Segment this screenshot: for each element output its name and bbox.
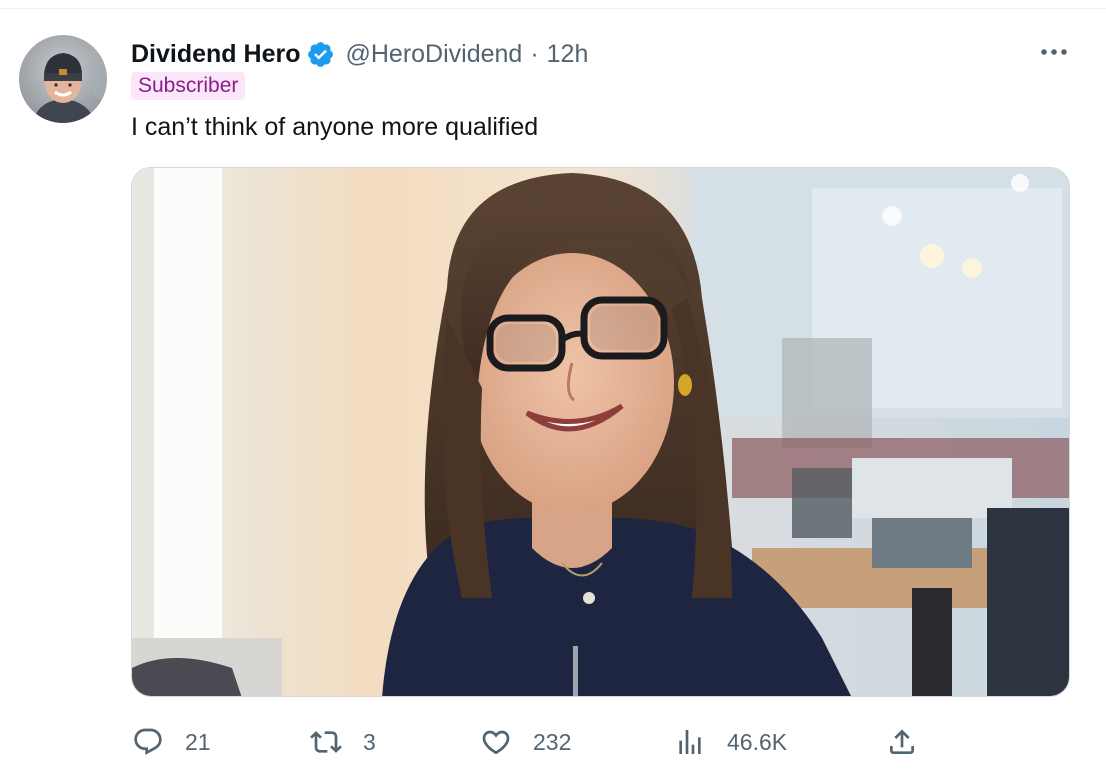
reply-icon: [131, 725, 165, 759]
tweet-actions: 21 3 232 46.6K: [131, 720, 931, 764]
reply-button[interactable]: 21: [131, 720, 211, 764]
handle[interactable]: @HeroDividend: [345, 40, 522, 69]
share-button[interactable]: [885, 720, 919, 764]
verified-badge-icon[interactable]: [306, 40, 335, 69]
like-button[interactable]: 232: [479, 720, 571, 764]
tweet-text: I can’t think of anyone more qualified: [131, 113, 539, 141]
like-icon: [479, 725, 513, 759]
like-count: 232: [533, 728, 572, 755]
more-options-icon[interactable]: [1038, 40, 1070, 64]
retweet-icon: [309, 725, 343, 759]
share-icon: [885, 725, 919, 759]
display-name[interactable]: Dividend Hero: [131, 40, 300, 69]
timestamp[interactable]: 12h: [547, 40, 589, 69]
separator-dot: ·: [530, 39, 539, 68]
avatar[interactable]: [19, 35, 107, 123]
views-icon: [673, 725, 707, 759]
reply-count: 21: [185, 728, 211, 755]
tweet-photo[interactable]: [131, 167, 1070, 697]
retweet-button[interactable]: 3: [309, 720, 376, 764]
tweet[interactable]: Dividend Hero @HeroDividend · 12h Subscr…: [0, 0, 1106, 771]
tweet-header: Dividend Hero @HeroDividend · 12h: [131, 37, 588, 71]
views-button[interactable]: 46.6K: [673, 720, 787, 764]
views-count: 46.6K: [727, 728, 788, 755]
retweet-count: 3: [363, 728, 376, 755]
subscriber-badge: Subscriber: [131, 72, 246, 100]
